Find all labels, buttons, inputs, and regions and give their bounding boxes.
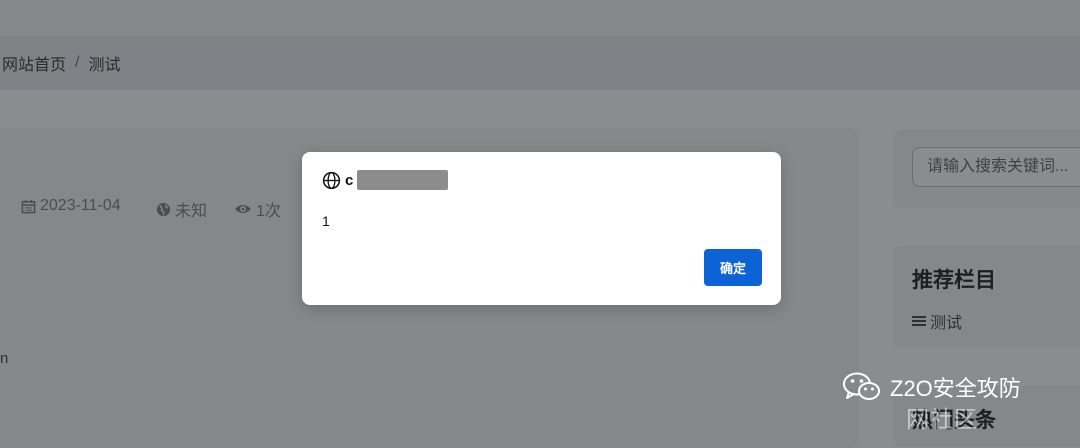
redacted-origin: [357, 170, 448, 190]
dialog-header: c: [322, 171, 353, 190]
globe-icon: [156, 202, 171, 216]
top-nav-bar: [0, 0, 1080, 36]
breadcrumb-home-link[interactable]: 网站首页: [2, 51, 66, 75]
globe-outline-icon: [322, 171, 341, 190]
calendar-icon: [21, 199, 36, 213]
article-date: 2023-11-04: [21, 197, 121, 215]
date-text: 2023-11-04: [40, 197, 121, 214]
breadcrumb-current[interactable]: 测试: [88, 51, 120, 75]
dialog-origin: c: [345, 172, 354, 189]
views-text: 1次: [256, 203, 281, 220]
search-input[interactable]: [912, 147, 1080, 187]
breadcrumb: 网站首页 / 测试: [0, 36, 1080, 90]
breadcrumb-separator: /: [75, 54, 80, 71]
recommend-item-label: 测试: [930, 315, 963, 332]
article-text-fragment: n: [0, 350, 9, 367]
wechat-icon: [843, 372, 880, 400]
article-views: 1次: [234, 197, 281, 221]
watermark-sub: 网社区: [906, 406, 978, 432]
location-text: 未知: [175, 203, 208, 220]
eye-icon: [235, 205, 251, 213]
article-location: 未知: [156, 197, 207, 221]
recommend-item-test[interactable]: 测试: [912, 309, 962, 333]
list-icon: [912, 316, 926, 326]
recommend-title: 推荐栏目: [912, 269, 996, 292]
ok-button[interactable]: 确定: [704, 249, 762, 286]
dialog-message: 1: [322, 213, 330, 229]
watermark-brand: Z2O安全攻防: [890, 376, 1021, 401]
watermark: Z2O安全攻防: [842, 371, 1021, 403]
